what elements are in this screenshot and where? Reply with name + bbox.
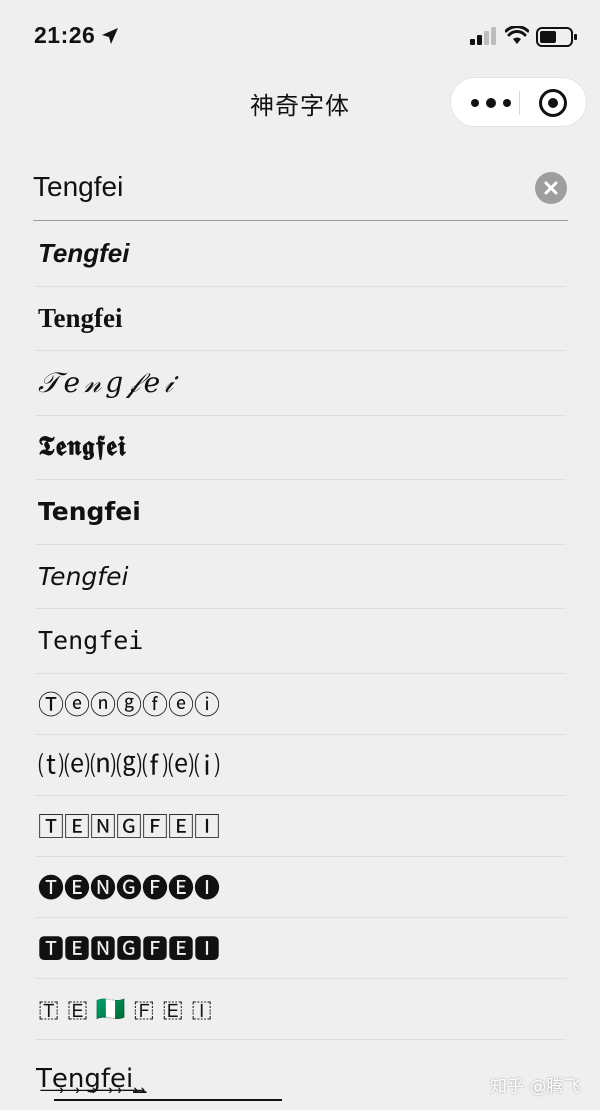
font-result-text: 🇹 🇪 🇳🇬 🇫 🇪 🇮 [38, 994, 213, 1023]
status-time: 21:26 [34, 22, 96, 48]
font-result-item[interactable]: Tengfei [35, 545, 566, 609]
font-result-item[interactable]: Tengfei [35, 609, 566, 674]
font-result-item[interactable]: Tengfei [35, 287, 566, 351]
font-result-text: 🅣🅔🅝🅖🅕🅔🅘 [38, 874, 221, 904]
font-result-text: Tengfei [38, 497, 141, 527]
wifi-icon [505, 26, 529, 44]
font-result-item[interactable]: T͢e͢n͢g͢f͢e͢i͢_ [36, 1064, 146, 1094]
font-result-item[interactable]: ⒯⒠⒩⒢⒡⒠⒤ [35, 735, 566, 796]
font-result-list: Tengfei Tengfei 𝒯𝑒𝓃𝑔𝒻𝑒𝒾 𝕿𝖊𝖓𝖌𝖋𝖊𝖎 Tengfei … [35, 222, 566, 1040]
font-result-text: 🅃🄴🄽🄶🄵🄴🄸 [38, 813, 221, 843]
search-input[interactable] [33, 167, 513, 207]
font-result-text: 𝒯𝑒𝓃𝑔𝒻𝑒𝒾 [38, 365, 178, 399]
font-result-item[interactable]: 🇹 🇪 🇳🇬 🇫 🇪 🇮 [35, 979, 566, 1040]
font-result-text: Tengfei [38, 302, 123, 333]
mini-program-capsule [450, 77, 587, 127]
more-icon[interactable] [471, 90, 511, 116]
font-result-text: 𝕿𝖊𝖓𝖌𝖋𝖊𝖎 [38, 431, 127, 463]
capsule-divider [519, 91, 520, 115]
font-result-text: Ⓣⓔⓝⓖⓕⓔⓘ [38, 691, 221, 721]
font-result-text: T͢e͢n͢g͢f͢e͢i͢_ [36, 1064, 147, 1094]
font-result-item[interactable]: Ⓣⓔⓝⓖⓕⓔⓘ [35, 674, 566, 735]
font-result-text: Tengfei [38, 626, 144, 656]
clear-icon [544, 181, 558, 195]
font-result-item[interactable]: 🅣🅔🅝🅖🅕🅔🅘 [35, 857, 566, 918]
clear-button[interactable] [535, 172, 567, 204]
font-result-item[interactable]: Tengfei [35, 480, 566, 545]
battery-icon [536, 27, 577, 47]
nav-bar: 神奇字体 [0, 72, 600, 134]
font-result-text: ⒯⒠⒩⒢⒡⒠⒤ [38, 752, 221, 782]
font-result-item[interactable]: 🆃🅴🅽🅶🅵🅴🅸 [35, 918, 566, 979]
font-result-item[interactable]: 🅃🄴🄽🄶🄵🄴🄸 [35, 796, 566, 857]
font-result-item[interactable]: Tengfei [35, 222, 566, 287]
underline-decoration [54, 1099, 282, 1101]
font-result-text: Tengfei [38, 561, 129, 591]
font-result-item[interactable]: 𝕿𝖊𝖓𝖌𝖋𝖊𝖎 [35, 416, 566, 480]
status-bar: 21:26 [0, 0, 600, 72]
font-result-text: Tengfei [38, 238, 130, 269]
search-row [33, 155, 568, 221]
font-result-text: 🆃🅴🅽🅶🅵🅴🅸 [38, 935, 221, 965]
close-circle-icon[interactable] [539, 89, 567, 117]
watermark: 知乎 @腾飞 [490, 1077, 581, 1097]
location-arrow-icon [102, 28, 118, 44]
font-result-item[interactable]: 𝒯𝑒𝓃𝑔𝒻𝑒𝒾 [35, 351, 566, 416]
signal-icon [470, 27, 496, 45]
